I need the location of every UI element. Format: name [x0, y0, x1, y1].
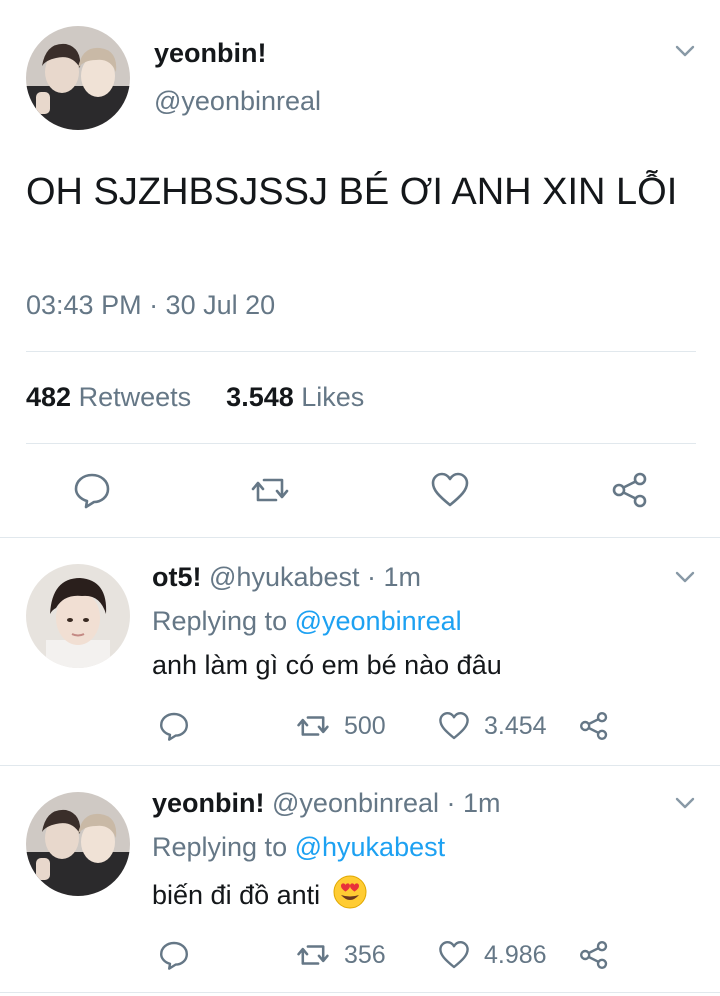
reply-icon[interactable]: [72, 470, 112, 510]
reply-action-retweet[interactable]: 356: [296, 938, 386, 972]
divider: [26, 351, 696, 352]
like-icon[interactable]: [430, 470, 470, 510]
reply-action-like[interactable]: 4.986: [438, 938, 547, 972]
reply-author-name[interactable]: yeonbin!: [152, 788, 265, 818]
mention-link[interactable]: @hyukabest: [295, 832, 446, 862]
like-icon[interactable]: [438, 939, 470, 971]
retweet-count: 356: [344, 940, 386, 969]
reply-action-share[interactable]: [578, 709, 610, 743]
likes-count[interactable]: 3.548: [226, 382, 294, 412]
reply-action-share[interactable]: [578, 938, 610, 972]
tweet-timestamp[interactable]: 03:43 PM · 30 Jul 20: [26, 290, 275, 321]
replying-to-label: Replying to: [152, 606, 288, 636]
reply-handle-time[interactable]: @hyukabest · 1m: [209, 562, 421, 592]
share-icon[interactable]: [578, 710, 610, 742]
retweet-count: 500: [344, 711, 386, 740]
retweets-label[interactable]: Retweets: [79, 382, 192, 412]
reply-header: yeonbin! @yeonbinreal · 1m: [152, 788, 501, 819]
reply-icon[interactable]: [158, 710, 190, 742]
avatar[interactable]: [26, 26, 130, 130]
divider: [0, 992, 720, 993]
reply-action-like[interactable]: 3.454: [438, 709, 547, 743]
divider: [26, 443, 696, 444]
tweet-text: OH SJZHBSJSSJ BÉ ƠI ANH XIN LỖI: [26, 171, 678, 213]
retweet-icon[interactable]: [296, 709, 330, 743]
share-icon[interactable]: [610, 470, 650, 510]
tweet-author-handle[interactable]: @yeonbinreal: [154, 86, 321, 117]
like-count: 3.454: [484, 711, 547, 740]
mention-link[interactable]: @yeonbinreal: [295, 606, 462, 636]
reply-icon[interactable]: [158, 939, 190, 971]
reply-author-name[interactable]: ot5!: [152, 562, 202, 592]
divider: [0, 765, 720, 766]
like-icon[interactable]: [438, 710, 470, 742]
replying-to: Replying to @hyukabest: [152, 832, 445, 863]
reply-action-reply[interactable]: [158, 709, 190, 743]
heart-eyes-emoji-icon: [332, 874, 368, 917]
tweet-stats: 482 Retweets 3.548 Likes: [26, 382, 364, 413]
avatar[interactable]: [26, 792, 130, 896]
divider: [0, 537, 720, 538]
chevron-down-icon[interactable]: [674, 792, 696, 814]
reply-handle-time[interactable]: @yeonbinreal · 1m: [272, 788, 501, 818]
tweet-author-name[interactable]: yeonbin!: [154, 38, 267, 69]
retweets-count[interactable]: 482: [26, 382, 71, 412]
replying-to: Replying to @yeonbinreal: [152, 606, 462, 637]
share-icon[interactable]: [578, 939, 610, 971]
reply-action-retweet[interactable]: 500: [296, 709, 386, 743]
retweet-icon[interactable]: [296, 938, 330, 972]
retweet-icon[interactable]: [250, 470, 290, 510]
replying-to-label: Replying to: [152, 832, 288, 862]
avatar[interactable]: [26, 564, 130, 668]
chevron-down-icon[interactable]: [674, 40, 696, 62]
reply-text-line: biến đi đồ anti: [152, 874, 368, 917]
reply-header: ot5! @hyukabest · 1m: [152, 562, 421, 593]
like-count: 4.986: [484, 940, 547, 969]
reply-text: biến đi đồ anti: [152, 880, 321, 910]
likes-label[interactable]: Likes: [301, 382, 364, 412]
chevron-down-icon[interactable]: [674, 566, 696, 588]
reply-action-reply[interactable]: [158, 938, 190, 972]
reply-text: anh làm gì có em bé nào đâu: [152, 650, 502, 680]
